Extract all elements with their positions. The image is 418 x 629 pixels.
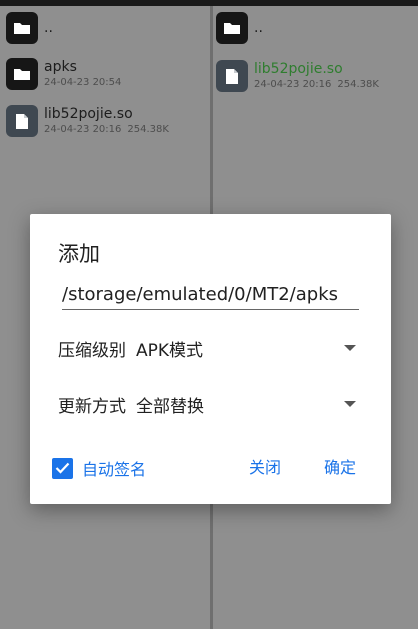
dropdown-arrow-icon [344,345,356,351]
dialog-title: 添加 [58,242,100,266]
file-name: .. [44,20,53,36]
folder-icon [216,12,248,44]
file-size: 254.38K [337,79,379,90]
dropdown-arrow-icon [344,401,356,407]
auto-sign-label[interactable]: 自动签名 [82,456,146,480]
file-meta: 24-04-23 20:16 254.38K [254,78,379,92]
file-name: .. [254,20,263,36]
compression-label-text: 压缩级别 [58,340,126,361]
file-date: 24-04-23 20:16 [44,124,122,135]
update-mode-value-text: 全部替换 [136,396,204,417]
file-name: apks [44,59,77,75]
close-button[interactable]: 关闭 [249,457,281,479]
file-size: 254.38K [127,124,169,135]
file-name: lib52pojie.so [44,106,133,122]
path-input[interactable]: /storage/emulated/0/MT2/apks [62,282,359,310]
compression-level-select[interactable]: 压缩级别 APK模式 [58,333,360,363]
folder-icon [6,58,38,90]
file-icon [216,60,248,92]
auto-sign-checkbox[interactable]: 自动签名 [52,457,146,479]
update-mode-label: 更新方式 全部替换 [58,392,204,417]
file-row-apks[interactable]: apks 24-04-23 20:54 [6,54,210,94]
folder-icon [6,12,38,44]
compression-value-text: APK模式 [136,340,204,361]
file-row-parent[interactable]: .. [6,8,210,48]
file-row-parent[interactable]: .. [216,8,418,48]
update-mode-label-text: 更新方式 [58,396,126,417]
file-row-lib52pojie[interactable]: lib52pojie.so 24-04-23 20:16 254.38K [6,101,210,141]
file-meta: 24-04-23 20:54 [44,76,121,90]
file-date: 24-04-23 20:54 [44,77,122,88]
file-row-lib52pojie[interactable]: lib52pojie.so 24-04-23 20:16 254.38K [216,56,418,96]
check-icon[interactable] [52,457,73,479]
compression-level-label: 压缩级别 APK模式 [58,336,203,361]
file-date: 24-04-23 20:16 [254,79,332,90]
file-icon [6,105,38,137]
add-dialog: 添加 /storage/emulated/0/MT2/apks 压缩级别 APK模… [30,214,391,504]
file-meta: 24-04-23 20:16 254.38K [44,123,169,137]
confirm-button[interactable]: 确定 [324,457,356,479]
update-mode-select[interactable]: 更新方式 全部替换 [58,389,360,419]
file-name: lib52pojie.so [254,61,343,77]
